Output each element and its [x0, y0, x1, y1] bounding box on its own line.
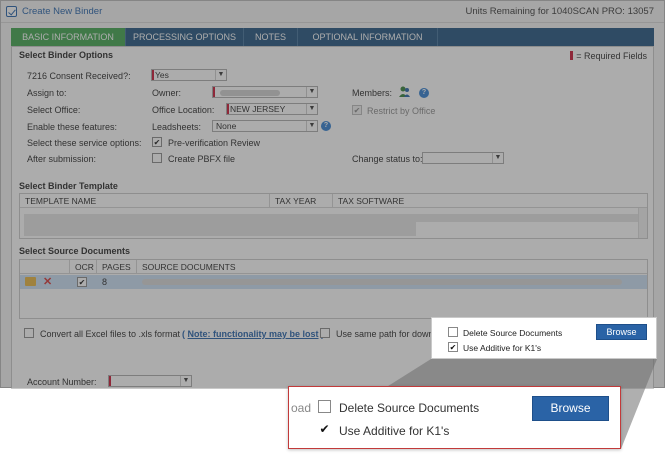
use-additive-checkbox-small[interactable]: ✔	[448, 342, 458, 352]
zoom-callout: oad Delete Source Documents ✔ Use Additi…	[288, 386, 621, 449]
delete-source-documents-label-small: Delete Source Documents	[463, 328, 563, 338]
use-additive-checkbox[interactable]: ✔	[318, 423, 331, 436]
delete-source-documents-checkbox[interactable]	[318, 400, 331, 413]
browse-button-small[interactable]: Browse	[596, 324, 647, 340]
use-additive-label: Use Additive for K1's	[339, 424, 450, 438]
use-additive-label-small: Use Additive for K1's	[463, 343, 542, 353]
stage: Create New Binder Units Remaining for 10…	[0, 0, 665, 466]
partial-download-label: oad	[291, 401, 312, 415]
highlight-region: Delete Source Documents ✔ Use Additive f…	[431, 317, 657, 359]
delete-source-documents-checkbox-small[interactable]	[448, 327, 458, 337]
browse-button[interactable]: Browse	[532, 396, 609, 421]
delete-source-documents-label: Delete Source Documents	[339, 401, 480, 415]
